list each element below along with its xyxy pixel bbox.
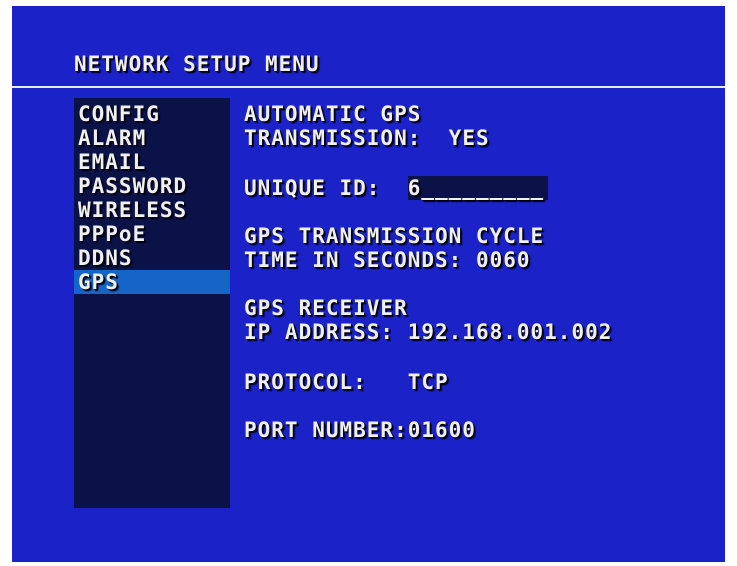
sidebar-item-password[interactable]: PASSWORD (74, 174, 230, 198)
sidebar-item-alarm[interactable]: ALARM (74, 126, 230, 150)
unique-id-row: UNIQUE ID: 6_________ (244, 176, 549, 200)
protocol-value[interactable]: TCP (408, 370, 449, 394)
sidebar-item-ddns[interactable]: DDNS (74, 246, 230, 270)
protocol-row: PROTOCOL: TCP (244, 370, 449, 394)
ip-label: IP ADDRESS: (244, 320, 395, 344)
receiver-heading: GPS RECEIVER (244, 296, 408, 320)
cycle-heading: GPS TRANSMISSION CYCLE (244, 224, 545, 248)
sidebar-item-pppoe[interactable]: PPPoE (74, 222, 230, 246)
auto-transmission-value[interactable]: YES (449, 126, 490, 150)
port-value[interactable]: 01600 (408, 418, 476, 442)
sidebar-menu: CONFIG ALARM EMAIL PASSWORD WIRELESS PPP… (74, 98, 230, 508)
auto-gps-heading: AUTOMATIC GPS (244, 102, 422, 126)
unique-id-label: UNIQUE ID: (244, 176, 381, 200)
osd-screen: NETWORK SETUP MENU CONFIG ALARM EMAIL PA… (12, 6, 725, 562)
protocol-label: PROTOCOL: (244, 370, 367, 394)
auto-transmission-row: TRANSMISSION: YES (244, 126, 490, 150)
auto-transmission-label: TRANSMISSION: (244, 126, 422, 150)
cycle-row: TIME IN SECONDS: 0060 (244, 248, 531, 272)
cycle-label: TIME IN SECONDS: (244, 248, 463, 272)
cycle-value[interactable]: 0060 (476, 248, 531, 272)
sidebar-item-wireless[interactable]: WIRELESS (74, 198, 230, 222)
sidebar-item-config[interactable]: CONFIG (74, 102, 230, 126)
sidebar-item-email[interactable]: EMAIL (74, 150, 230, 174)
title-divider (12, 86, 725, 88)
unique-id-field[interactable]: 6_________ (407, 176, 549, 200)
ip-value[interactable]: 192.168.001.002 (408, 320, 613, 344)
sidebar-item-gps[interactable]: GPS (74, 270, 230, 294)
ip-row: IP ADDRESS: 192.168.001.002 (244, 320, 612, 344)
port-label: PORT NUMBER: (244, 418, 408, 442)
port-row: PORT NUMBER:01600 (244, 418, 476, 442)
menu-title: NETWORK SETUP MENU (74, 52, 320, 76)
